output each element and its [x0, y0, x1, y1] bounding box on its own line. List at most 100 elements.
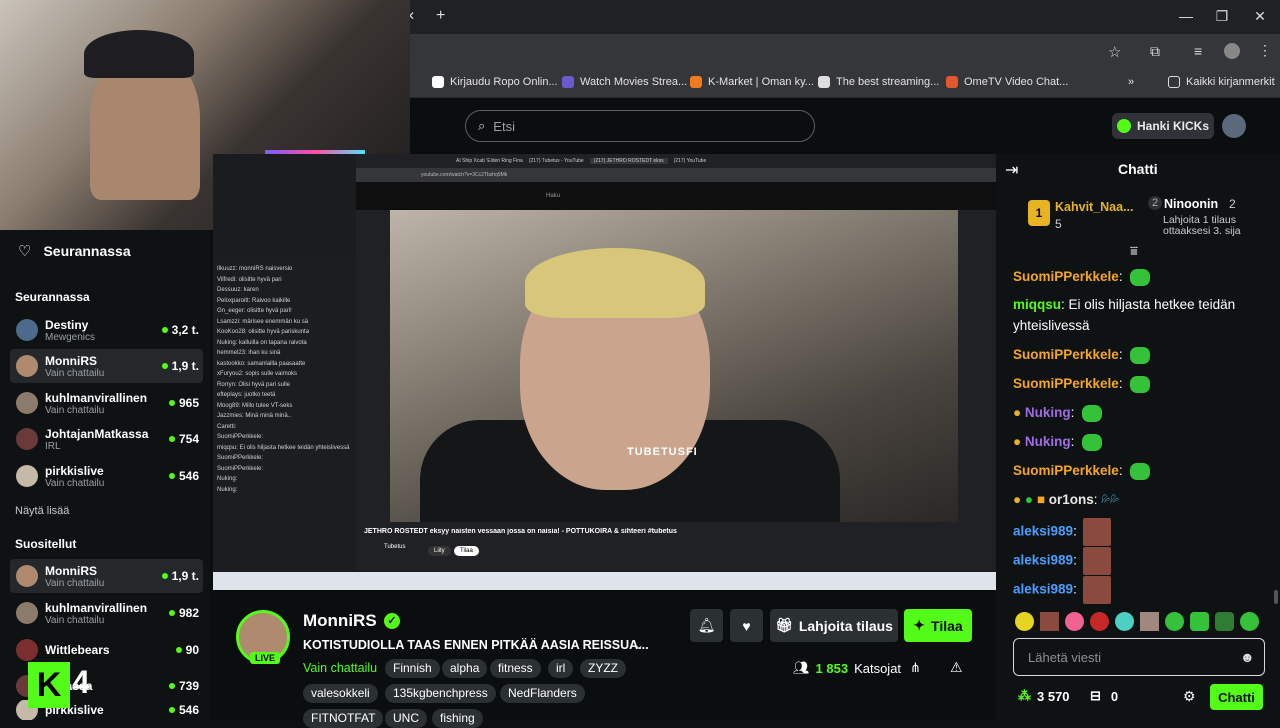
- all-bookmarks[interactable]: Kaikki kirjanmerkit: [1168, 76, 1275, 88]
- emote: [1130, 375, 1151, 393]
- sidebar-channel[interactable]: JohtajanMatkassa IRL 754: [10, 422, 203, 456]
- send-chat-button[interactable]: Chatti: [1210, 684, 1263, 710]
- verified-icon: ✓: [384, 613, 400, 629]
- people-icon: 👥︎: [793, 660, 810, 675]
- gifter-rank-badge: 2: [1148, 196, 1162, 210]
- sidebar-channel-active[interactable]: MonniRS Vain chattailu 1,9 t.: [10, 559, 203, 593]
- video-watermark: TUBETUSFI: [627, 446, 698, 458]
- live-dot: [168, 707, 175, 713]
- collapse-chat-icon[interactable]: ⇥: [1005, 160, 1018, 180]
- chat-message: SuomiPPerkkele:: [1013, 460, 1151, 481]
- share-icon[interactable]: ⋔: [910, 660, 921, 676]
- emote[interactable]: [1065, 612, 1084, 631]
- following-section-title: Seurannassa: [15, 290, 90, 304]
- avatar: [16, 602, 38, 624]
- show-more-link[interactable]: Näytä lisää: [15, 505, 69, 517]
- sidebar-channel[interactable]: kuhlmanvirallinen Vain chattailu 965: [10, 386, 203, 420]
- emote[interactable]: [1215, 612, 1234, 631]
- bookmark-item[interactable]: OmeTV Video Chat...: [946, 76, 1068, 88]
- streamer-name[interactable]: MonniRS: [303, 611, 377, 631]
- emote[interactable]: [1240, 612, 1259, 631]
- live-dot: [161, 573, 168, 579]
- stream-tag[interactable]: fitness: [490, 659, 541, 678]
- menu-icon[interactable]: ⋮: [1258, 42, 1272, 59]
- emote[interactable]: [1090, 612, 1109, 631]
- emote[interactable]: [1140, 612, 1159, 631]
- chat-message: SuomiPPerkkele:: [1013, 373, 1151, 394]
- search-input[interactable]: ⌕ Etsi: [465, 110, 815, 142]
- chat-message: aleksi989:: [1013, 518, 1111, 546]
- extensions-icon[interactable]: ⧉: [1150, 43, 1160, 60]
- bookmark-item[interactable]: Kirjaudu Ropo Onlin...: [432, 76, 558, 88]
- sidebar-following-header[interactable]: ♡ Seurannassa: [18, 242, 131, 260]
- avatar: [16, 355, 38, 377]
- settings-gear-icon[interactable]: ⚙: [1183, 688, 1196, 705]
- new-tab-button[interactable]: +: [436, 7, 445, 25]
- stream-category[interactable]: Vain chattailu: [303, 661, 377, 675]
- emote[interactable]: [1040, 612, 1059, 631]
- follow-button[interactable]: ♥: [730, 609, 763, 642]
- channel-points[interactable]: ⁂ 3 570: [1018, 688, 1070, 704]
- kick-coin-icon: [1116, 119, 1131, 133]
- emote[interactable]: [1165, 612, 1184, 631]
- gift-counter[interactable]: ⊟ 0: [1090, 688, 1118, 704]
- chat-scrollbar[interactable]: [1274, 590, 1278, 604]
- minimize-icon[interactable]: —: [1178, 8, 1194, 24]
- sidebar-channel[interactable]: kuhlmanvirallinen Vain chattailu 982: [10, 596, 203, 630]
- stream-tag[interactable]: NedFlanders: [500, 684, 585, 703]
- person-hair: [525, 248, 705, 318]
- stream-tag[interactable]: fishing: [432, 709, 483, 728]
- bookmarks-overflow[interactable]: »: [1128, 76, 1134, 88]
- bookmark-item[interactable]: Watch Movies Strea...: [562, 76, 687, 88]
- close-window-icon[interactable]: ✕: [1252, 8, 1268, 24]
- emote[interactable]: [1115, 612, 1134, 631]
- bookmark-item[interactable]: The best streaming...: [818, 76, 939, 88]
- stream-tag[interactable]: irl: [548, 659, 574, 678]
- bookmark-star-icon[interactable]: ☆: [1108, 43, 1121, 61]
- top-gifter-count: 2: [1229, 197, 1236, 211]
- stream-tag[interactable]: alpha: [442, 659, 488, 678]
- chat-message: aleksi989:: [1013, 547, 1111, 575]
- user-avatar[interactable]: [1222, 114, 1246, 138]
- sidebar-channel[interactable]: pirkkislive Vain chattailu 546: [10, 459, 203, 493]
- stream-tag[interactable]: 135kgbenchpress: [385, 684, 496, 703]
- subscribe-button[interactable]: ✦ Tilaa: [904, 609, 972, 642]
- emote[interactable]: [1015, 612, 1034, 631]
- chevron-down-icon[interactable]: ⌄: [634, 638, 644, 652]
- live-dot: [161, 363, 168, 369]
- emoji-icon[interactable]: ☻: [1240, 649, 1255, 665]
- stream-tag[interactable]: valesokkeli: [303, 684, 378, 703]
- emote: [1130, 346, 1151, 364]
- sidebar-channel-active[interactable]: MonniRS Vain chattailu 1,9 t.: [10, 349, 203, 383]
- bookmark-item[interactable]: K-Market | Oman ky...: [690, 76, 814, 88]
- gift-sub-button[interactable]: 🎁︎ Lahjoita tilaus: [770, 609, 898, 642]
- restore-icon[interactable]: ❐: [1214, 8, 1230, 24]
- pinned-icon[interactable]: ⩸: [1130, 243, 1138, 259]
- emote: [1082, 518, 1111, 546]
- yt-join-button[interactable]: Liity: [428, 546, 451, 556]
- sidebar-channel[interactable]: Destiny Mewgenics 3,2 t.: [10, 313, 203, 347]
- stream-tag[interactable]: FITNOTFAT: [303, 709, 384, 728]
- stream-tag[interactable]: Finnish: [385, 659, 440, 678]
- notification-bell-button[interactable]: 🔔︎: [690, 609, 723, 642]
- top-gifter-name[interactable]: Ninoonin: [1164, 197, 1218, 211]
- avatar: [16, 565, 38, 587]
- chat-message: SuomiPPerkkele:: [1013, 344, 1151, 365]
- report-icon[interactable]: ⚠: [950, 659, 963, 676]
- profile-avatar[interactable]: [1224, 43, 1240, 59]
- stream-tag[interactable]: UNC: [385, 709, 427, 728]
- get-kicks-button[interactable]: Hanki KICKs: [1112, 113, 1214, 139]
- chat-input[interactable]: Lähetä viesti ☻: [1013, 638, 1265, 676]
- media-icon[interactable]: ≡: [1194, 43, 1202, 59]
- emote[interactable]: [1190, 612, 1209, 631]
- avatar: [16, 465, 38, 487]
- live-dot: [168, 683, 175, 689]
- gift-icon: 🎁︎: [775, 617, 793, 633]
- live-dot: [168, 610, 175, 616]
- stream-tag[interactable]: ZYZZ: [580, 659, 626, 678]
- avatar: [16, 319, 38, 341]
- heart-icon: ♥: [742, 617, 751, 634]
- yt-subscribe-button[interactable]: Tilaa: [454, 546, 479, 556]
- top-gifter-name[interactable]: Kahvit_Naa...: [1055, 200, 1134, 214]
- live-dot: [168, 436, 175, 442]
